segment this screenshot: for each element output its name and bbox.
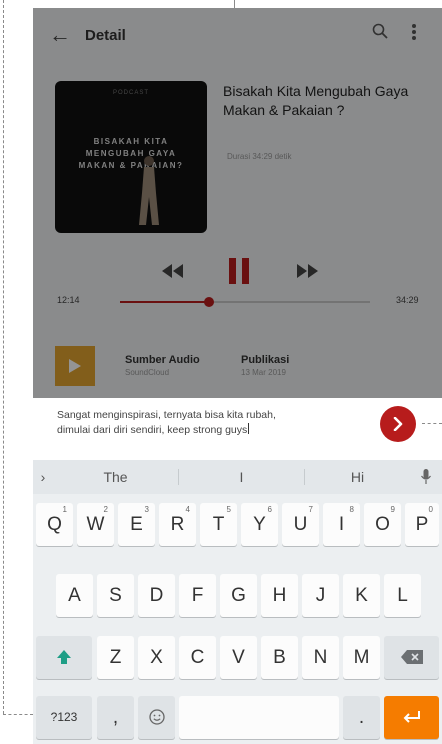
phone-screen: ← Detail PODCAST BISAKAH KITA MENGUBAH G…	[33, 8, 442, 744]
key-q[interactable]: Q1	[36, 503, 73, 546]
send-button[interactable]	[380, 406, 416, 442]
key-t[interactable]: T5	[200, 503, 237, 546]
suggestion-2[interactable]: I	[179, 460, 304, 494]
period-key[interactable]: .	[343, 696, 380, 739]
key-j[interactable]: J	[302, 574, 339, 617]
key-y[interactable]: Y6	[241, 503, 278, 546]
key-r[interactable]: R4	[159, 503, 196, 546]
key-h[interactable]: H	[261, 574, 298, 617]
shift-key[interactable]	[36, 636, 92, 679]
symbols-key[interactable]: ?123	[36, 696, 92, 739]
key-s[interactable]: S	[97, 574, 134, 617]
enter-key[interactable]	[384, 696, 439, 739]
key-n[interactable]: N	[302, 636, 339, 679]
comment-input[interactable]: Sangat menginspirasi, ternyata bisa kita…	[57, 408, 377, 438]
guide-connector	[422, 423, 442, 424]
guide-line-horizontal	[3, 714, 33, 715]
key-p[interactable]: P0	[405, 503, 439, 546]
suggestion-1[interactable]: The	[53, 460, 178, 494]
key-d[interactable]: D	[138, 574, 175, 617]
key-e[interactable]: E3	[118, 503, 155, 546]
key-u[interactable]: U7	[282, 503, 319, 546]
key-f[interactable]: F	[179, 574, 216, 617]
key-v[interactable]: V	[220, 636, 257, 679]
key-a[interactable]: A	[56, 574, 93, 617]
page: ← Detail PODCAST BISAKAH KITA MENGUBAH G…	[0, 0, 442, 744]
key-c[interactable]: C	[179, 636, 216, 679]
suggestion-3[interactable]: Hi	[305, 460, 410, 494]
emoji-key[interactable]	[138, 696, 175, 739]
key-z[interactable]: Z	[97, 636, 134, 679]
mic-icon[interactable]	[410, 460, 442, 494]
key-g[interactable]: G	[220, 574, 257, 617]
comma-key[interactable]: ,	[97, 696, 134, 739]
key-m[interactable]: M	[343, 636, 380, 679]
key-x[interactable]: X	[138, 636, 175, 679]
keyboard: › The I Hi Q1 W2 E3 R4 T5 Y6 U7 I8 O9 P0	[33, 460, 442, 744]
backspace-key[interactable]	[384, 636, 439, 679]
suggestion-expand-icon[interactable]: ›	[33, 460, 53, 494]
key-k[interactable]: K	[343, 574, 380, 617]
suggestion-bar: › The I Hi	[33, 460, 442, 494]
key-i[interactable]: I8	[323, 503, 360, 546]
dim-overlay	[33, 8, 442, 398]
comment-input-bar: Sangat menginspirasi, ternyata bisa kita…	[33, 398, 442, 460]
key-b[interactable]: B	[261, 636, 298, 679]
key-l[interactable]: L	[384, 574, 421, 617]
space-key[interactable]	[179, 696, 339, 739]
text-caret	[248, 423, 250, 434]
key-w[interactable]: W2	[77, 503, 114, 546]
key-o[interactable]: O9	[364, 503, 401, 546]
guide-line-vertical	[3, 0, 4, 714]
chevron-right-icon	[393, 417, 403, 431]
